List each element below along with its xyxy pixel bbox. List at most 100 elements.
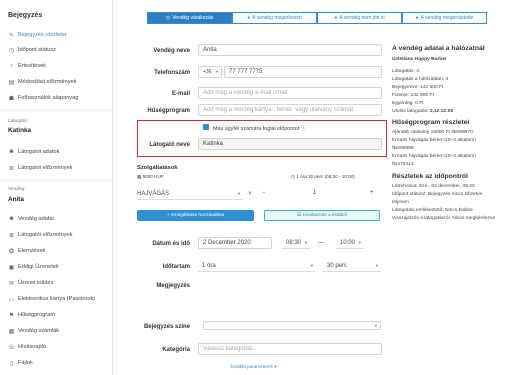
- sidebar-item-visitor-history[interactable]: ≣ Látogatói előzmények: [8, 163, 72, 173]
- phone-icon: ☏: [7, 344, 16, 351]
- chevron-down-icon: ▾: [375, 262, 378, 268]
- category-select[interactable]: Válassz kategóriát...: [198, 343, 382, 355]
- sidebar-item-label: Vendég számlák: [18, 328, 60, 334]
- sidebar-item-loyalty[interactable]: ⚑ Hűségprogram: [8, 310, 55, 320]
- list-icon: ≣: [8, 165, 15, 172]
- loyalty-line: №470413: [392, 162, 414, 167]
- date-input[interactable]: 2 December 2020: [198, 237, 272, 249]
- chevron-down-icon: ▾: [310, 262, 313, 268]
- tab-finished[interactable]: ● A vendég megérdsdette: [402, 12, 487, 24]
- duration-value: 1 óra 30 perc (08:30 - 10:00): [296, 174, 355, 179]
- phone-prefix-select[interactable]: +36 ▾: [198, 66, 222, 78]
- tab-waiting[interactable]: ◷ Vendég várakozás: [147, 12, 232, 24]
- loyalty-line: Kreatív hajvágás bérlet (10+2 alkalom): [392, 154, 476, 159]
- duration-label: Időtartam: [162, 264, 190, 270]
- note-label: Megjegyzés: [156, 283, 190, 289]
- phone-input[interactable]: 77 777 7775: [224, 66, 382, 78]
- sidebar-item-label: Eddigi Üzenetek: [18, 264, 59, 270]
- last-visit: Utolsó látogatás: 2,12 12:00: [392, 109, 453, 114]
- tab-label: A vendég megérkezett: [252, 15, 302, 21]
- sidebar-item-send-message[interactable]: ✉ Üzenet küldés: [8, 278, 53, 288]
- chevron-down-icon: ▾: [358, 239, 361, 245]
- qty-plus-button[interactable]: +: [370, 190, 374, 196]
- color-select[interactable]: ▾: [203, 321, 381, 330]
- service-select[interactable]: HAJVÁGÁS ▾: [137, 188, 243, 200]
- last-visit-value: 2,12 12:00: [429, 109, 454, 114]
- tag-icon: ⚑: [8, 312, 15, 319]
- history-icon: ▤: [8, 79, 15, 86]
- sidebar-item-label: Látogatói adatok: [18, 149, 60, 155]
- other-client-checkbox[interactable]: [203, 124, 209, 130]
- more-params-link[interactable]: További paraméterek ▾: [230, 364, 276, 370]
- guest-name-input[interactable]: Anita: [198, 44, 382, 56]
- qty-minus-button[interactable]: −: [262, 190, 266, 196]
- tab-label: Vendég várakozás: [172, 15, 214, 21]
- time-from-select[interactable]: 08:30 ▾: [282, 237, 310, 249]
- sidebar-item-history[interactable]: ▤ Módosítási előzmények: [8, 77, 77, 87]
- hours-value: 1 óra: [202, 262, 216, 269]
- time-to-select[interactable]: 10:00 ▾: [336, 237, 364, 249]
- sidebar-item-files[interactable]: ▯ Fájlok: [8, 358, 33, 368]
- chain-name: Üzletlánc Happy Barber: [392, 57, 447, 62]
- sidebar-item-messages[interactable]: ▣ Eddigi Üzenetek: [8, 262, 59, 272]
- visitor-name-input[interactable]: Katinka: [198, 138, 382, 150]
- note-textarea[interactable]: [198, 280, 382, 312]
- users-icon: ☗: [8, 95, 15, 102]
- info-icon: ⓘ: [300, 126, 307, 132]
- phone-prefix: +36: [203, 69, 212, 75]
- email-input[interactable]: Add meg a vendég e-mail címét: [198, 87, 382, 99]
- cross-icon: ●: [334, 15, 338, 21]
- details-line: Visszajelzés a látogatásról: Nincs megké…: [392, 216, 496, 221]
- grid-icon: ▦: [137, 174, 142, 179]
- sidebar-item-passbook[interactable]: ▭ Elektronikus kártya (Passbook): [8, 294, 95, 304]
- qty-value[interactable]: 1: [313, 190, 316, 196]
- clock-icon: ◷: [8, 47, 15, 54]
- add-service-button[interactable]: + Szolgáltatás hozzáadása: [137, 210, 254, 221]
- tab-arrived[interactable]: ● A vendég megérkezett: [232, 12, 317, 24]
- sidebar-item-users[interactable]: ☗ Felhasználók alapanyag: [8, 93, 79, 103]
- sidebar-item-invoices[interactable]: ▦ Vendég számlák: [8, 326, 59, 336]
- person-icon: ☻: [8, 216, 15, 222]
- last-visit-label: Utolsó látogatás:: [392, 109, 429, 114]
- loyalty-line: №600899: [392, 146, 414, 151]
- loyalty-input[interactable]: Add meg a vendég kártya-, bérlet- vagy u…: [198, 104, 382, 116]
- envelope-icon: ✉: [8, 280, 15, 287]
- star-icon: ✪: [8, 248, 15, 255]
- minutes-select[interactable]: 30 perc ▾: [323, 260, 381, 272]
- check-icon: ●: [415, 15, 419, 21]
- clock-icon: ◷: [291, 174, 296, 179]
- visitor-name: Katinka: [8, 127, 32, 134]
- sidebar-item-label: Látogatói előzmények: [18, 165, 73, 171]
- date-label: Dátum és idő: [152, 241, 190, 247]
- minutes-value: 30 perc: [327, 262, 348, 269]
- network-heading: A vendég adatai a hálózatnál: [392, 45, 485, 52]
- select-from-list-button[interactable]: ☰ Kiválasztás a listából: [264, 210, 380, 221]
- select-from-list-label: Kiválasztás a listából: [302, 213, 348, 218]
- time-separator: —: [318, 240, 324, 246]
- sidebar-item-calls[interactable]: ☏ Hívásnapló: [8, 342, 46, 352]
- details-line: Létrehozva: Sze., 02 december, 09:23: [392, 184, 475, 189]
- hours-select[interactable]: 1 óra ▾: [198, 260, 316, 272]
- clear-icon[interactable]: ×: [248, 191, 252, 197]
- sidebar-item-guest-data[interactable]: ☻ Vendég adatai: [8, 214, 53, 224]
- details-line: Látogatási emlékeztető: Nincs küldve: [392, 208, 473, 213]
- stat-line: Egyenleg: 0 Ft: [392, 101, 424, 106]
- other-client-label: Más ügyfél számára foglal időpontot ⓘ: [213, 124, 306, 132]
- sidebar-item-status[interactable]: ◷ Időpont státusz: [8, 45, 56, 55]
- edit-icon: ✎: [8, 32, 15, 39]
- sidebar-item-notifications[interactable]: ♪ Értesítések: [8, 61, 46, 71]
- list-icon: ≣: [8, 232, 15, 239]
- sidebar: Bejegyzés ✎ Bejegyzés részletei ◷ Időpont …: [0, 0, 113, 375]
- time-from-value: 08:30: [286, 239, 302, 246]
- sidebar-item-analytics[interactable]: ✪ Elemzések: [8, 246, 45, 256]
- sidebar-item-label: Látogatói előzmények: [18, 232, 73, 238]
- details-line: Időpont státusz: Bejegyzés nincs kifizet…: [392, 192, 483, 197]
- sidebar-item-guest-history[interactable]: ≣ Látogatói előzmények: [8, 230, 72, 240]
- email-label: E-mail: [171, 91, 190, 97]
- services-title: Szolgáltatások: [137, 165, 178, 171]
- sidebar-item-label: Felhasználók alapanyag: [18, 95, 79, 101]
- tab-no-show[interactable]: ● A vendég nem jött el: [317, 12, 402, 24]
- details-heading: Részletek az időpontról: [392, 173, 468, 180]
- sidebar-item-visitor-data[interactable]: ☻ Látogatói adatok: [8, 147, 59, 157]
- sidebar-item-details[interactable]: ✎ Bejegyzés részletei: [8, 30, 66, 40]
